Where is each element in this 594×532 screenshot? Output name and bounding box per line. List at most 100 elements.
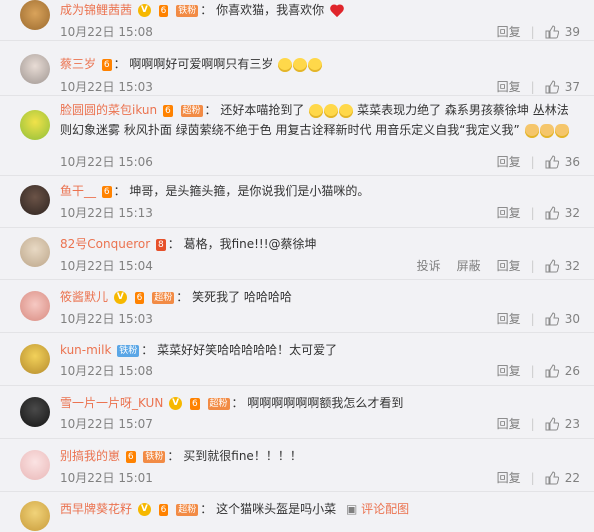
like-button[interactable]: 23 [545, 417, 580, 431]
like-count: 26 [564, 363, 580, 378]
avatar[interactable] [20, 344, 50, 374]
block-button[interactable]: 屏蔽 [457, 257, 481, 274]
thumb-up-icon [545, 311, 559, 325]
comment-time: 10月22日 15:08 [60, 364, 153, 378]
comment-time: 10月22日 15:03 [60, 312, 153, 326]
like-count: 36 [564, 154, 580, 169]
avatar[interactable] [20, 185, 50, 215]
thumb-up-icon [545, 79, 559, 93]
like-button[interactable]: 22 [545, 471, 580, 485]
comment-time: 10月22日 15:08 [60, 25, 153, 39]
pray-emoji-icon [554, 123, 569, 138]
cry-emoji-icon [309, 103, 324, 118]
fan-badge: 超粉 [152, 291, 175, 304]
username[interactable]: 筱酱默儿 [60, 290, 108, 304]
comment-time: 10月22日 15:13 [60, 206, 153, 220]
vip-badge: 8 [155, 238, 166, 251]
reply-button[interactable]: 回复 [497, 469, 521, 486]
reply-button[interactable]: 回复 [497, 415, 521, 432]
vip-badge: 6 [158, 4, 169, 17]
reply-button[interactable]: 回复 [497, 153, 521, 170]
thumb-up-icon [545, 363, 559, 377]
like-count: 39 [564, 24, 580, 39]
grin-emoji-icon [293, 57, 308, 72]
comment-item: 别搞我的崽 6 铁粉： 买到就很fine！！！！ 10月22日 15:01 回复… [0, 439, 594, 492]
grin-emoji-icon [308, 57, 323, 72]
reply-button[interactable]: 回复 [497, 310, 521, 327]
comment-text: 这个猫咪头盔是吗小菜 [216, 502, 337, 516]
pray-emoji-icon [524, 123, 539, 138]
reply-button[interactable]: 回复 [497, 204, 521, 221]
vip-badge: 6 [162, 104, 173, 117]
fan-badge: 铁粉 [176, 4, 199, 17]
comment-text: 坤哥，是头箍头箍，是你说我们是小猫咪的。 [129, 184, 370, 198]
avatar[interactable] [20, 291, 50, 321]
username[interactable]: 蔡三岁 [60, 57, 96, 71]
verified-icon: V [169, 397, 183, 410]
username[interactable]: 82号Conqueror [60, 237, 150, 251]
vip-badge: 6 [158, 503, 169, 516]
like-count: 32 [564, 205, 580, 220]
username[interactable]: 鱼干__ [60, 184, 96, 198]
vip-badge: 6 [101, 185, 112, 198]
thumb-up-icon [545, 24, 559, 38]
comment-text: 笑死我了 哈哈哈哈 [192, 290, 292, 304]
fan-badge: 铁粉 [143, 450, 166, 463]
comment-item: 筱酱默儿 V 6 超粉： 笑死我了 哈哈哈哈 10月22日 15:03 回复 |… [0, 280, 594, 333]
comment-item: 鱼干__ 6： 坤哥，是头箍头箍，是你说我们是小猫咪的。 10月22日 15:1… [0, 176, 594, 228]
reply-button[interactable]: 回复 [497, 78, 521, 95]
like-button[interactable]: 32 [545, 206, 580, 220]
like-count: 22 [564, 470, 580, 485]
comment-text: 你喜欢猫，我喜欢你 [216, 3, 325, 17]
avatar[interactable] [20, 110, 50, 140]
avatar[interactable] [20, 501, 50, 531]
like-button[interactable]: 36 [545, 155, 580, 169]
comment-item: 雪一片一片呀_KUN V 6 超粉： 啊啊啊啊啊啊额我怎么才看到 10月22日 … [0, 386, 594, 439]
thumb-up-icon [545, 416, 559, 430]
avatar[interactable] [20, 0, 50, 30]
thumb-up-icon [545, 154, 559, 168]
comment-item: 成为锦鲤茜茜 V 6 铁粉： 你喜欢猫，我喜欢你 10月22日 15:08 回复… [0, 0, 594, 41]
cry-emoji-icon [324, 103, 339, 118]
report-button[interactable]: 投诉 [417, 257, 441, 274]
verified-icon: V [113, 291, 127, 304]
grin-emoji-icon [278, 57, 293, 72]
like-count: 23 [564, 416, 580, 431]
thumb-up-icon [545, 470, 559, 484]
username[interactable]: 西早牌葵花籽 [60, 502, 132, 516]
like-button[interactable]: 32 [545, 259, 580, 273]
reply-config-link[interactable]: 评论配图 [361, 502, 409, 516]
username[interactable]: 脸圆圆的菜包ikun [60, 103, 157, 117]
like-button[interactable]: 30 [545, 312, 580, 326]
reply-button[interactable]: 回复 [497, 257, 521, 274]
like-button[interactable]: 39 [545, 25, 580, 39]
comment-text: 菜菜好好笑哈哈哈哈哈！太可爱了 [157, 343, 338, 357]
username[interactable]: 成为锦鲤茜茜 [60, 3, 132, 17]
thumb-up-icon [545, 205, 559, 219]
heart-emoji-icon [329, 4, 345, 18]
vip-badge: 6 [189, 397, 200, 410]
image-icon: ▣ [345, 502, 358, 516]
avatar[interactable] [20, 237, 50, 267]
comment-text: 葛格，我fine!!!@蔡徐坤 [183, 237, 317, 251]
reply-button[interactable]: 回复 [497, 23, 521, 40]
fan-badge: 超粉 [176, 503, 199, 516]
comment-time: 10月22日 15:06 [60, 155, 153, 169]
avatar[interactable] [20, 397, 50, 427]
avatar[interactable] [20, 54, 50, 84]
comment-text: 啊啊啊啊啊啊额我怎么才看到 [247, 396, 404, 410]
comment-item: 西早牌葵花籽 V 6 超粉： 这个猫咪头盔是吗小菜 ▣ 评论配图 [0, 492, 594, 532]
username[interactable]: kun-milk [60, 343, 111, 357]
username[interactable]: 雪一片一片呀_KUN [60, 396, 163, 410]
like-button[interactable]: 37 [545, 80, 580, 94]
avatar[interactable] [20, 450, 50, 480]
fan-badge: 超粉 [207, 397, 230, 410]
username[interactable]: 别搞我的崽 [60, 449, 120, 463]
cry-emoji-icon [339, 103, 354, 118]
like-count: 32 [564, 258, 580, 273]
thumb-up-icon [545, 258, 559, 272]
comment-time: 10月22日 15:01 [60, 471, 153, 485]
like-button[interactable]: 26 [545, 364, 580, 378]
comment-item: 蔡三岁 6： 啊啊啊好可爱啊啊只有三岁 10月22日 15:03 回复 | 37 [0, 41, 594, 96]
reply-button[interactable]: 回复 [497, 362, 521, 379]
